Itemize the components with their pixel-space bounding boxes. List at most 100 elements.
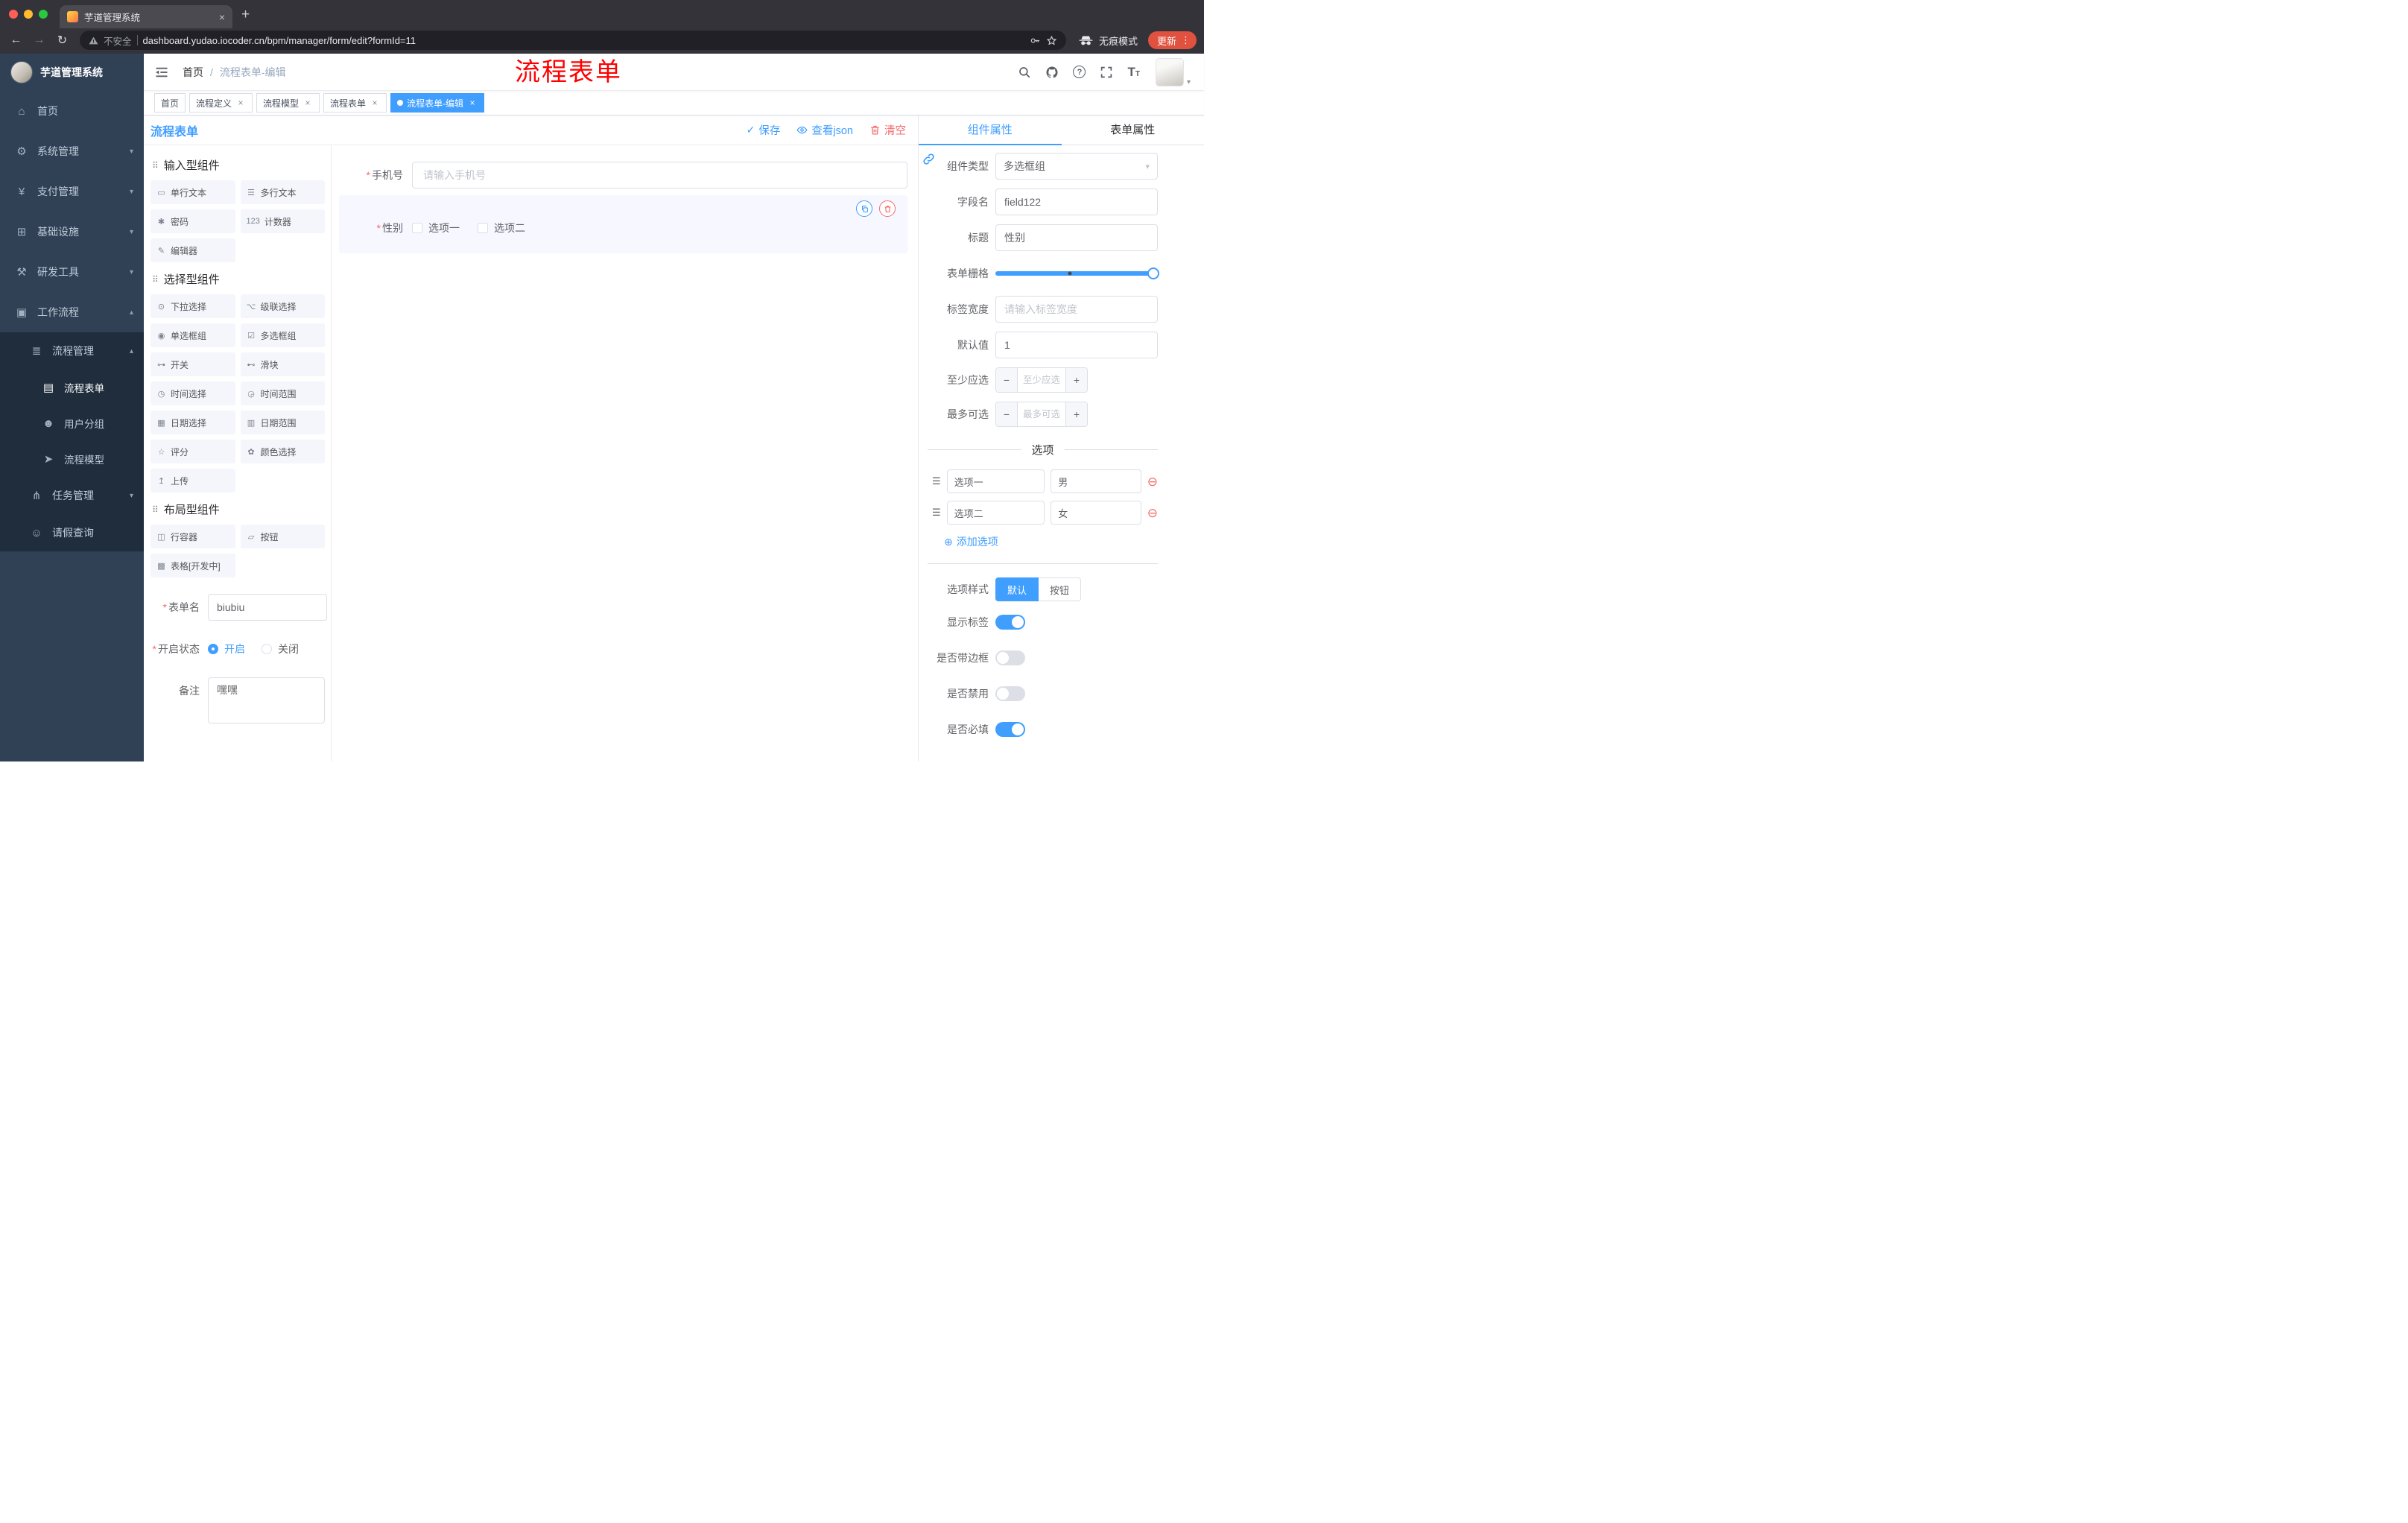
component-type-select[interactable]: 多选框组 ▾ (995, 153, 1158, 180)
reload-icon[interactable]: ↻ (52, 31, 72, 51)
label-width-input[interactable] (995, 296, 1158, 323)
gender-option2-checkbox[interactable] (478, 223, 488, 233)
sidebar-item-system-management[interactable]: ⚙ 系统管理 ▾ (0, 131, 144, 171)
sidebar-item-workflow[interactable]: ▣ 工作流程 ▴ (0, 292, 144, 332)
tab-close-icon[interactable]: × (219, 11, 225, 23)
palette-item-rate[interactable]: ☆ 评分 (150, 440, 235, 463)
sidebar-item-leave-query[interactable]: ☺ 请假查询 (0, 514, 144, 551)
sidebar-item-home[interactable]: ⌂ 首页 (0, 91, 144, 131)
tag-home[interactable]: 首页 (154, 93, 186, 113)
palette-item-date-picker[interactable]: ▦ 日期选择 (150, 411, 235, 434)
zoom-window-button[interactable] (39, 10, 48, 19)
tag-process-definition[interactable]: 流程定义 × (189, 93, 253, 113)
canvas-field-phone[interactable]: * 手机号 (339, 162, 907, 189)
drag-handle-icon[interactable]: ☰ (932, 475, 941, 487)
palette-item-row-container[interactable]: ◫ 行容器 (150, 525, 235, 548)
form-name-input[interactable] (208, 594, 327, 621)
palette-item-radio-group[interactable]: ◉ 单选框组 (150, 323, 235, 347)
user-menu[interactable]: ▾ (1155, 57, 1191, 86)
remove-option-icon[interactable]: ⊖ (1147, 475, 1158, 488)
slider-handle[interactable] (1147, 267, 1159, 279)
style-button-button[interactable]: 按钮 (1039, 577, 1082, 601)
bookmark-star-icon[interactable] (1046, 35, 1057, 46)
palette-item-password[interactable]: ✱ 密码 (150, 209, 235, 233)
palette-item-cascader[interactable]: ⌥ 级联选择 (240, 294, 325, 318)
key-icon[interactable] (1030, 35, 1041, 46)
tag-process-form-edit[interactable]: 流程表单-编辑 × (390, 93, 485, 113)
close-window-button[interactable] (9, 10, 18, 19)
show-label-toggle[interactable] (995, 615, 1025, 630)
status-on-radio[interactable] (208, 644, 218, 654)
palette-item-slider[interactable]: ⊷ 滑块 (240, 352, 325, 376)
palette-item-date-range[interactable]: ▥ 日期范围 (240, 411, 325, 434)
canvas-field-gender-selected[interactable]: * 性别 选项一 选项二 (339, 195, 907, 253)
palette-item-checkbox-group[interactable]: ☑ 多选框组 (240, 323, 325, 347)
github-icon[interactable] (1045, 66, 1059, 79)
field-name-input[interactable] (995, 189, 1158, 215)
breadcrumb-home[interactable]: 首页 (183, 65, 203, 80)
min-select-input[interactable] (1018, 368, 1065, 392)
gender-option1-label[interactable]: 选项一 (428, 221, 460, 235)
palette-item-table[interactable]: ▩ 表格[开发中] (150, 554, 235, 577)
remark-textarea[interactable]: 嘿嘿 (208, 677, 325, 723)
title-input[interactable] (995, 224, 1158, 251)
close-icon[interactable]: × (235, 98, 246, 108)
palette-item-button[interactable]: ▱ 按钮 (240, 525, 325, 548)
decrease-icon[interactable]: − (996, 402, 1018, 426)
avatar[interactable] (1155, 57, 1184, 86)
option-value-input[interactable] (1051, 501, 1141, 525)
back-icon[interactable]: ← (6, 31, 26, 51)
option-value-input[interactable] (1051, 469, 1141, 493)
close-icon[interactable]: × (467, 98, 478, 108)
drag-handle-icon[interactable]: ☰ (932, 507, 941, 519)
fold-sidebar-icon[interactable] (154, 65, 169, 80)
max-select-input[interactable] (1018, 402, 1065, 426)
sidebar-item-process-management[interactable]: ≣ 流程管理 ▴ (0, 332, 144, 370)
status-off-radio[interactable] (262, 644, 272, 654)
option-label-input[interactable] (946, 501, 1045, 525)
option-label-input[interactable] (946, 469, 1045, 493)
palette-item-editor[interactable]: ✎ 编辑器 (150, 238, 235, 262)
palette-item-color-picker[interactable]: ✿ 颜色选择 (240, 440, 325, 463)
font-size-icon[interactable]: TT (1127, 66, 1140, 78)
palette-item-single-line-text[interactable]: ▭ 单行文本 (150, 180, 235, 204)
form-canvas[interactable]: * 手机号 请输入手机号 * 性别 选项一 选项二 (332, 145, 918, 762)
tag-process-model[interactable]: 流程模型 × (256, 93, 320, 113)
new-tab-button[interactable]: + (241, 7, 250, 22)
remove-option-icon[interactable]: ⊖ (1147, 507, 1158, 519)
copy-component-button[interactable] (856, 200, 872, 217)
browser-menu-icon[interactable]: ⋮ (1179, 34, 1193, 46)
link-icon[interactable] (922, 153, 935, 165)
palette-item-switch[interactable]: ⊶ 开关 (150, 352, 235, 376)
browser-tab[interactable]: 芋道管理系统 × (60, 5, 232, 28)
update-button[interactable]: 更新 ⋮ (1147, 31, 1197, 49)
minimize-window-button[interactable] (24, 10, 33, 19)
sidebar-item-dev-tools[interactable]: ⚒ 研发工具 ▾ (0, 252, 144, 292)
required-toggle[interactable] (995, 722, 1025, 737)
address-bar[interactable]: 不安全 dashboard.yudao.iocoder.cn/bpm/manag… (80, 31, 1066, 50)
default-value-input[interactable] (995, 332, 1158, 358)
disabled-toggle[interactable] (995, 686, 1025, 701)
tab-form-props[interactable]: 表单属性 (1062, 115, 1205, 145)
palette-item-upload[interactable]: ↥ 上传 (150, 469, 235, 493)
tab-component-props[interactable]: 组件属性 (919, 115, 1062, 145)
palette-item-time-range[interactable]: ◶ 时间范围 (240, 381, 325, 405)
help-icon[interactable]: ? (1073, 66, 1086, 78)
style-default-button[interactable]: 默认 (995, 577, 1039, 601)
sidebar-item-process-model[interactable]: ➤ 流程模型 (0, 441, 144, 477)
status-on-label[interactable]: 开启 (224, 642, 245, 656)
palette-item-counter[interactable]: 123 计数器 (240, 209, 325, 233)
forward-icon[interactable]: → (29, 31, 49, 51)
sidebar-item-payment-management[interactable]: ¥ 支付管理 ▾ (0, 171, 144, 212)
phone-input[interactable] (412, 162, 907, 189)
sidebar-item-infrastructure[interactable]: ⊞ 基础设施 ▾ (0, 212, 144, 252)
palette-item-multi-line-text[interactable]: ☰ 多行文本 (240, 180, 325, 204)
add-option-button[interactable]: ⊕ 添加选项 (944, 534, 1158, 549)
increase-icon[interactable]: + (1065, 368, 1087, 392)
status-off-label[interactable]: 关闭 (278, 642, 299, 656)
sidebar-item-task-management[interactable]: ⋔ 任务管理 ▾ (0, 477, 144, 514)
close-icon[interactable]: × (302, 98, 313, 108)
close-icon[interactable]: × (370, 98, 380, 108)
fullscreen-icon[interactable] (1100, 66, 1113, 79)
sidebar-item-user-group[interactable]: ☻ 用户分组 (0, 405, 144, 441)
